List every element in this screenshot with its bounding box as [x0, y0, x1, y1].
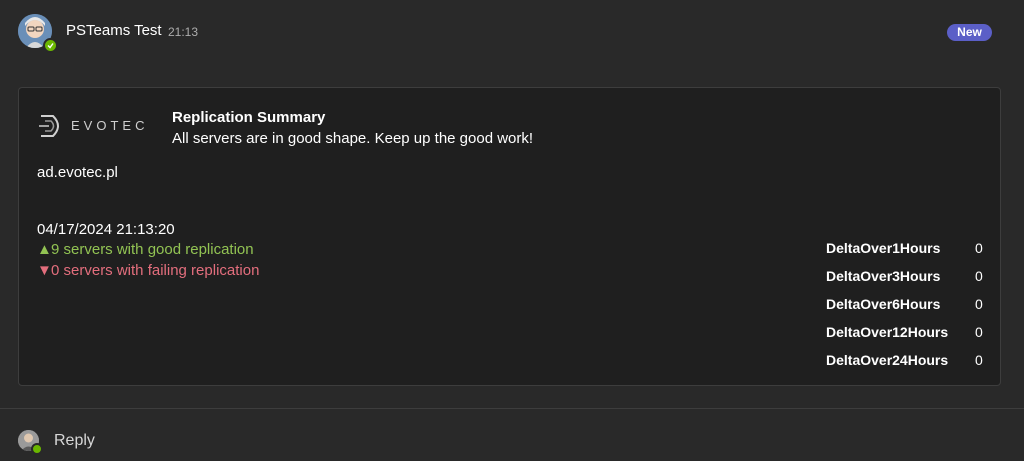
- delta-value: 0: [975, 324, 983, 340]
- adaptive-card: EVOTEC Replication Summary All servers a…: [18, 87, 1001, 386]
- domain-name: ad.evotec.pl: [37, 164, 118, 181]
- new-badge: New: [947, 24, 992, 41]
- delta-value: 0: [975, 352, 983, 368]
- message-time: 21:13: [168, 25, 199, 39]
- delta-label: DeltaOver1Hours: [826, 240, 941, 256]
- delta-row: DeltaOver3Hours 0: [826, 268, 994, 296]
- delta-label: DeltaOver24Hours: [826, 352, 949, 368]
- triangle-down-icon: ▼: [37, 262, 52, 279]
- failing-replication-text: 0 servers with failing replication: [51, 262, 260, 279]
- card-subtitle: All servers are in good shape. Keep up t…: [172, 130, 534, 147]
- delta-row: DeltaOver24Hours 0: [826, 352, 994, 380]
- delta-value: 0: [975, 268, 983, 284]
- delta-row: DeltaOver12Hours 0: [826, 324, 994, 352]
- good-replication-status: ▲9 servers with good replication: [37, 241, 254, 258]
- evotec-logo: EVOTEC: [39, 112, 157, 140]
- reply-button[interactable]: Reply: [54, 432, 95, 450]
- message-header: PSTeams Test 21:13 New: [0, 0, 1024, 70]
- delta-value: 0: [975, 240, 983, 256]
- delta-label: DeltaOver6Hours: [826, 296, 941, 312]
- delta-value: 0: [975, 296, 983, 312]
- delta-label: DeltaOver12Hours: [826, 324, 949, 340]
- divider: [0, 408, 1024, 409]
- report-timestamp: 04/17/2024 21:13:20: [37, 221, 175, 238]
- sender-name[interactable]: PSTeams Test: [66, 22, 162, 39]
- triangle-up-icon: ▲: [37, 241, 52, 258]
- failing-replication-status: ▼0 servers with failing replication: [37, 262, 259, 279]
- good-replication-text: 9 servers with good replication: [51, 241, 254, 258]
- delta-table: DeltaOver1Hours 0 DeltaOver3Hours 0 Delt…: [826, 240, 994, 380]
- delta-label: DeltaOver3Hours: [826, 268, 941, 284]
- logo-text: EVOTEC: [71, 118, 149, 133]
- card-title: Replication Summary: [172, 109, 326, 126]
- delta-row: DeltaOver6Hours 0: [826, 296, 994, 324]
- delta-row: DeltaOver1Hours 0: [826, 240, 994, 268]
- presence-available-icon: [31, 443, 43, 455]
- presence-available-icon: [43, 38, 58, 53]
